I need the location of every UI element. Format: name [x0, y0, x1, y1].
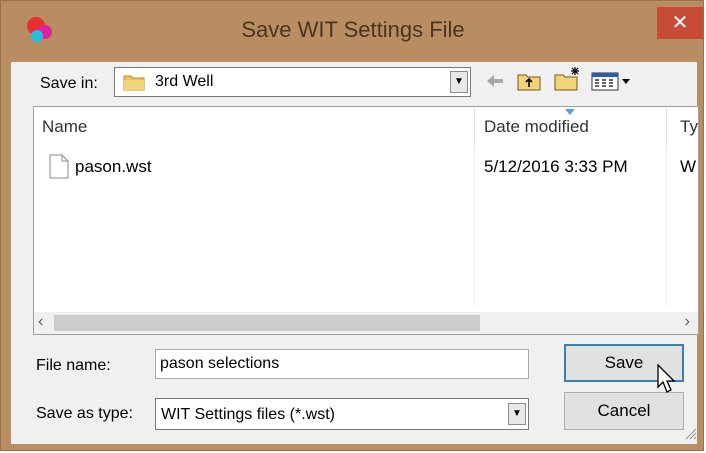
save-as-type-label: Save as type:: [36, 405, 133, 422]
dialog-body: Save in: 3rd Well ▼ Name Date modified T…: [11, 62, 699, 444]
back-arrow-icon[interactable]: [485, 70, 505, 92]
scroll-left-arrow-icon[interactable]: ‹: [38, 313, 43, 331]
view-menu-icon[interactable]: [591, 70, 633, 92]
save-as-type-dropdown[interactable]: WIT Settings files (*.wst) ▼: [155, 398, 529, 430]
window-title: Save WIT Settings File: [241, 17, 465, 42]
file-date-modified: 5/12/2016 3:33 PM: [484, 157, 628, 176]
title-bar[interactable]: Save WIT Settings File ✕: [1, 1, 705, 63]
new-folder-icon[interactable]: [553, 66, 581, 92]
close-button[interactable]: ✕: [657, 7, 703, 39]
file-list[interactable]: Name Date modified Ty pason.wst 5/12/201…: [33, 106, 699, 335]
file-icon: [49, 154, 69, 179]
chevron-down-icon[interactable]: ▼: [450, 71, 468, 93]
save-dialog-window: Save WIT Settings File ✕ Save in: 3rd We…: [0, 0, 704, 451]
file-type: W: [680, 157, 697, 176]
scroll-right-arrow-icon[interactable]: ›: [685, 313, 690, 331]
chevron-down-icon[interactable]: ▼: [508, 403, 526, 425]
up-folder-icon[interactable]: [516, 70, 542, 92]
column-header-type[interactable]: Ty: [680, 107, 698, 147]
folder-icon: [123, 75, 145, 91]
save-in-label: Save in:: [40, 75, 98, 92]
file-row[interactable]: pason.wst 5/12/2016 3:33 PM W: [34, 152, 698, 182]
cancel-button[interactable]: Cancel: [564, 392, 684, 430]
file-name: pason.wst: [75, 157, 152, 176]
file-name-label: File name:: [36, 357, 111, 374]
scrollbar-thumb[interactable]: [54, 315, 480, 331]
file-name-input[interactable]: [155, 349, 529, 379]
sort-indicator-icon: [565, 109, 575, 115]
column-divider[interactable]: [666, 107, 667, 147]
save-in-value: 3rd Well: [155, 73, 214, 90]
column-divider[interactable]: [474, 107, 475, 147]
horizontal-scrollbar[interactable]: ‹ ›: [34, 312, 698, 334]
save-in-dropdown[interactable]: 3rd Well ▼: [114, 67, 471, 97]
mouse-cursor-icon: [657, 364, 676, 393]
column-header-name[interactable]: Name: [42, 107, 87, 147]
resize-grip-icon[interactable]: [683, 426, 697, 440]
save-as-type-value: WIT Settings files (*.wst): [161, 406, 335, 423]
